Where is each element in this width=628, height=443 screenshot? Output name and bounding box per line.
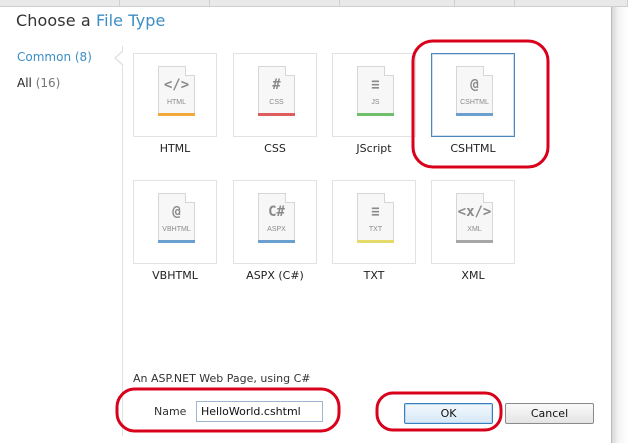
file-extension-label: TXT xyxy=(368,226,383,233)
file-glyph: ≡ xyxy=(371,204,380,220)
file-type-tile-cshtml[interactable]: @ CSHTML xyxy=(431,53,515,137)
sidebar-item-label: All xyxy=(17,76,32,90)
xml-file-icon: <x/> XML xyxy=(456,193,493,243)
file-type-description: An ASP.NET Web Page, using C# xyxy=(133,372,311,385)
file-extension-label: XML xyxy=(467,226,482,233)
file-type-tile-html[interactable]: </> HTML xyxy=(133,53,217,137)
file-type-label: VBHTML xyxy=(152,269,198,282)
file-extension-label: HTML xyxy=(166,99,187,106)
name-input[interactable] xyxy=(196,401,323,422)
page-fold xyxy=(384,66,394,76)
page-fold xyxy=(285,66,295,76)
file-type-tile-css[interactable]: # CSS xyxy=(233,53,317,137)
page-fold xyxy=(185,66,195,76)
file-type-tile-vbhtml[interactable]: @ VBHTML xyxy=(133,180,217,264)
selection-pointer-inner xyxy=(116,51,124,65)
file-type-label: HTML xyxy=(159,142,191,155)
file-extension-label: JS xyxy=(371,99,380,106)
strip-segment xyxy=(210,0,340,7)
sidebar-item-common[interactable]: Common (8) xyxy=(17,50,92,64)
file-glyph: </> xyxy=(163,77,190,93)
file-type-tile-txt[interactable]: ≡ TXT xyxy=(332,180,416,264)
strip-segment xyxy=(340,0,455,7)
file-color-bar xyxy=(456,240,493,243)
page-fold xyxy=(483,193,493,203)
strip-segment xyxy=(515,0,628,7)
strip-segment xyxy=(455,0,515,7)
file-extension-label: CSS xyxy=(269,99,284,106)
file-type-label: JScript xyxy=(356,142,392,155)
file-type-label: TXT xyxy=(363,269,385,282)
vbhtml-file-icon: @ VBHTML xyxy=(158,193,195,243)
file-type-label: CSHTML xyxy=(450,142,496,155)
title-prefix: Choose a xyxy=(16,11,91,30)
strip-segment xyxy=(120,0,210,7)
file-type-label: ASPX (C#) xyxy=(246,269,304,282)
aspx-file-icon: C# ASPX xyxy=(258,193,295,243)
page-fold xyxy=(185,193,195,203)
sidebar-item-count: (8) xyxy=(74,50,92,64)
js-file-icon: ≡ JS xyxy=(357,66,394,116)
category-sidebar xyxy=(0,40,121,436)
txt-file-icon: ≡ TXT xyxy=(357,193,394,243)
file-extension-label: CSHTML xyxy=(460,99,489,106)
cancel-button[interactable]: Cancel xyxy=(505,403,594,424)
sidebar-item-count: (16) xyxy=(35,76,61,90)
page-fold xyxy=(384,193,394,203)
cshtml-file-icon: @ CSHTML xyxy=(456,66,493,116)
file-glyph: ≡ xyxy=(371,77,380,93)
file-extension-label: ASPX xyxy=(267,226,286,233)
sidebar-item-label: Common xyxy=(17,50,72,64)
file-color-bar xyxy=(158,113,195,116)
file-color-bar xyxy=(357,240,394,243)
file-type-tile-aspx[interactable]: C# ASPX xyxy=(233,180,317,264)
file-color-bar xyxy=(258,113,295,116)
file-type-label: CSS xyxy=(264,142,286,155)
file-glyph: @ xyxy=(470,77,479,93)
page-fold xyxy=(483,66,493,76)
file-color-bar xyxy=(456,113,493,116)
file-color-bar xyxy=(258,240,295,243)
file-extension-label: VBHTML xyxy=(162,226,191,233)
file-type-tile-xml[interactable]: <x/> XML xyxy=(431,180,515,264)
file-color-bar xyxy=(357,113,394,116)
file-glyph: <x/> xyxy=(457,204,492,220)
sidebar-item-all[interactable]: All (16) xyxy=(17,76,60,90)
name-label: Name xyxy=(154,405,187,418)
title-accent: File Type xyxy=(95,11,166,30)
ok-button[interactable]: OK xyxy=(404,403,493,424)
file-glyph: C# xyxy=(268,204,285,220)
dialog-title: Choose a File Type xyxy=(16,11,165,30)
file-type-tile-js[interactable]: ≡ JS xyxy=(332,53,416,137)
strip-segment xyxy=(0,0,120,7)
file-glyph: @ xyxy=(172,204,181,220)
page-fold xyxy=(285,193,295,203)
dialog-shadow xyxy=(612,7,628,443)
html-file-icon: </> HTML xyxy=(158,66,195,116)
sidebar-divider xyxy=(122,46,123,436)
file-type-label: XML xyxy=(461,269,485,282)
file-color-bar xyxy=(158,240,195,243)
background-window-strip xyxy=(0,0,628,7)
css-file-icon: # CSS xyxy=(258,66,295,116)
file-glyph: # xyxy=(272,77,281,93)
